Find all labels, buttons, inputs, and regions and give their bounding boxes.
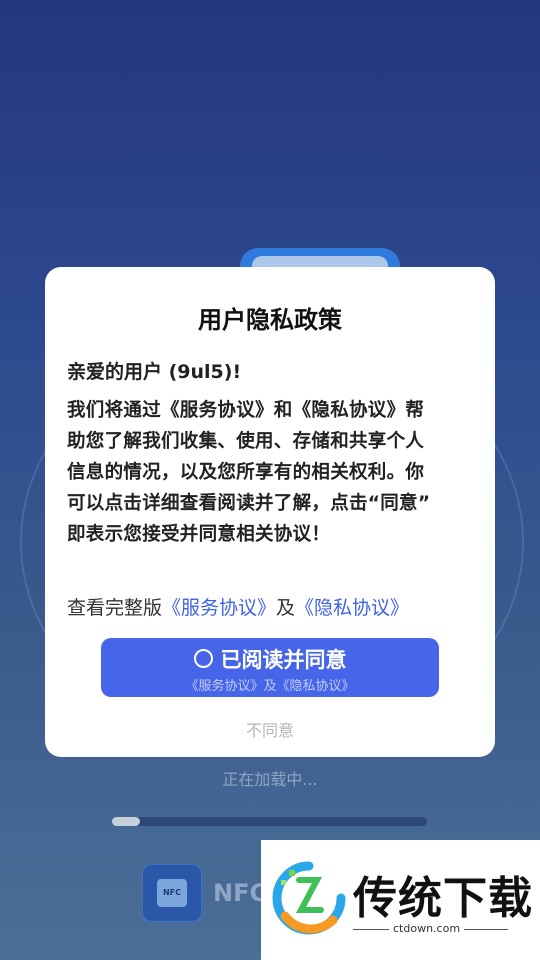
agree-label: 已阅读并同意 — [220, 648, 347, 672]
policy-line: 助您了解我们收集、使用、存储和共享个人 — [67, 431, 425, 452]
policy-line: 信息的情况，以及您所享有的相关权利。你 — [67, 462, 425, 483]
loading-progress-fill — [112, 817, 141, 826]
nfc-card-icon: NFC — [157, 879, 187, 907]
privacy-agreement-link[interactable]: 《隐私协议》 — [295, 597, 409, 619]
links-prefix: 查看完整版 — [67, 597, 163, 619]
radio-circle-icon — [193, 649, 213, 668]
dialog-title: 用户隐私政策 — [198, 306, 342, 334]
nfc-app-icon: NFC — [142, 864, 202, 922]
policy-line: 我们将通过《服务协议》和《隐私协议》帮 — [67, 400, 425, 421]
loading-text: 正在加载中... — [222, 770, 318, 789]
loading-progress-bar — [112, 817, 427, 826]
service-agreement-link[interactable]: 《服务协议》 — [162, 597, 276, 619]
watermark: 传统下载 ctdown.com — [261, 840, 540, 960]
watermark-url: ctdown.com — [389, 922, 465, 935]
app-name: NFC — [213, 879, 268, 907]
privacy-dialog: 用户隐私政策 亲爱的用户 (9ul5)! 我们将通过《服务协议》和《隐私协议》帮… — [45, 267, 495, 757]
agree-button-main: 已阅读并同意 — [101, 644, 439, 674]
policy-line: 可以点击详细查看阅读并了解，点击“同意” — [67, 493, 431, 514]
links-and: 及 — [276, 597, 296, 619]
policy-line: 即表示您接受并同意相关协议！ — [67, 524, 331, 545]
agree-sub-label: 《服务协议》及《隐私协议》 — [185, 679, 355, 694]
greeting-text: 亲爱的用户 (9ul5)! — [67, 361, 242, 383]
agree-button[interactable]: 已阅读并同意 《服务协议》及《隐私协议》 — [101, 638, 439, 697]
watermark-logo-icon — [272, 861, 346, 935]
watermark-text: 传统下载 — [353, 873, 533, 924]
policy-body: 我们将通过《服务协议》和《隐私协议》帮 助您了解我们收集、使用、存储和共享个人 … — [67, 395, 473, 550]
full-version-links: 查看完整版《服务协议》及《隐私协议》 — [67, 593, 409, 620]
disagree-button[interactable]: 不同意 — [45, 717, 495, 741]
